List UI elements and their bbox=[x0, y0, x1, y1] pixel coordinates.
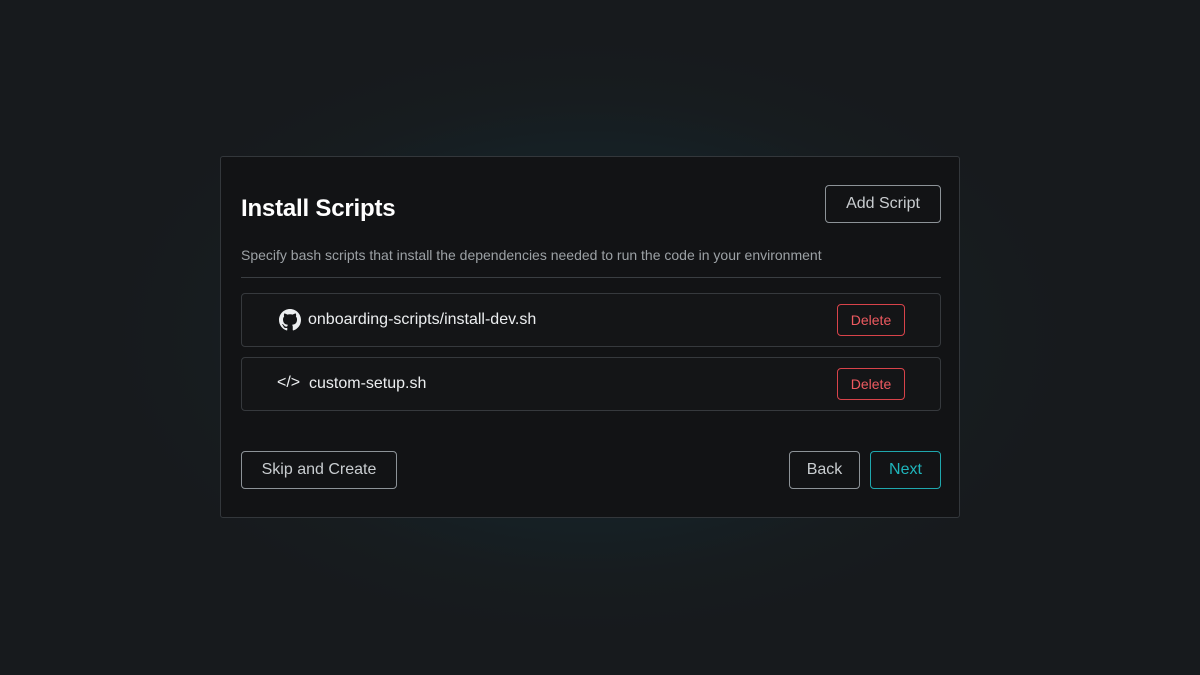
dialog-title: Install Scripts bbox=[241, 195, 396, 222]
add-script-button[interactable]: Add Script bbox=[825, 185, 941, 223]
code-icon: </> bbox=[277, 374, 301, 391]
back-button[interactable]: Back bbox=[789, 451, 860, 489]
script-row: </> custom-setup.sh Delete bbox=[241, 357, 941, 411]
install-scripts-dialog: Install Scripts Add Script Specify bash … bbox=[220, 156, 960, 518]
script-name: onboarding-scripts/install-dev.sh bbox=[308, 311, 537, 328]
script-row: onboarding-scripts/install-dev.sh Delete bbox=[241, 293, 941, 347]
delete-script-button[interactable]: Delete bbox=[837, 368, 905, 400]
skip-and-create-button[interactable]: Skip and Create bbox=[241, 451, 397, 489]
divider bbox=[241, 277, 941, 278]
dialog-subtitle: Specify bash scripts that install the de… bbox=[241, 247, 822, 263]
github-icon bbox=[279, 309, 301, 331]
script-name: custom-setup.sh bbox=[309, 375, 427, 392]
next-button[interactable]: Next bbox=[870, 451, 941, 489]
delete-script-button[interactable]: Delete bbox=[837, 304, 905, 336]
